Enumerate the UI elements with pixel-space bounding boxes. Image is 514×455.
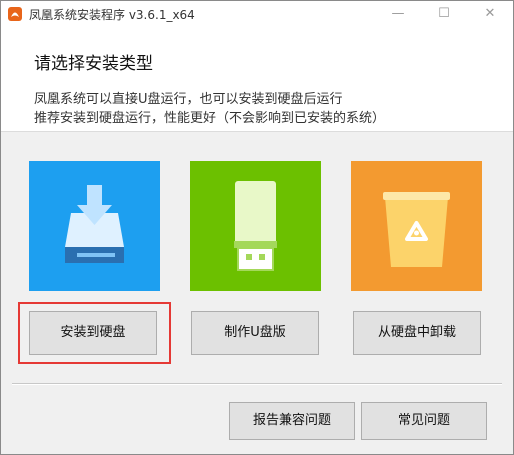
- uninstall-tile[interactable]: [351, 161, 482, 291]
- footer-divider: [12, 383, 502, 385]
- report-compatibility-button[interactable]: 报告兼容问题: [229, 402, 355, 440]
- minimize-button[interactable]: —: [375, 1, 421, 27]
- make-usb-button[interactable]: 制作U盘版: [191, 311, 319, 355]
- selection-highlight: [18, 302, 171, 364]
- description-line-1: 凤凰系统可以直接U盘运行，也可以安装到硬盘后运行: [34, 92, 343, 107]
- usb-drive-icon: [234, 181, 277, 271]
- maximize-button[interactable]: ☐: [421, 1, 467, 27]
- hard-drive-download-icon: [65, 185, 124, 263]
- phoenix-app-icon: [8, 7, 22, 21]
- installer-window: 凤凰系统安装程序 v3.6.1_x64 — ☐ ✕ 请选择安装类型 凤凰系统可以…: [0, 0, 514, 455]
- install-to-disk-tile[interactable]: [29, 161, 160, 291]
- page-title: 请选择安装类型: [34, 54, 153, 74]
- window-title: 凤凰系统安装程序 v3.6.1_x64: [29, 8, 195, 22]
- uninstall-from-disk-button[interactable]: 从硬盘中卸载: [353, 311, 481, 355]
- description-line-2: 推荐安装到硬盘运行，性能更好（不会影响到已安装的系统）: [34, 111, 386, 126]
- faq-button[interactable]: 常见问题: [361, 402, 487, 440]
- make-usb-tile[interactable]: [190, 161, 321, 291]
- close-button[interactable]: ✕: [467, 1, 513, 27]
- title-bar[interactable]: 凤凰系统安装程序 v3.6.1_x64 — ☐ ✕: [1, 1, 513, 27]
- recycle-bin-icon: [383, 192, 450, 267]
- header-panel: 请选择安装类型 凤凰系统可以直接U盘运行，也可以安装到硬盘后运行 推荐安装到硬盘…: [1, 27, 513, 132]
